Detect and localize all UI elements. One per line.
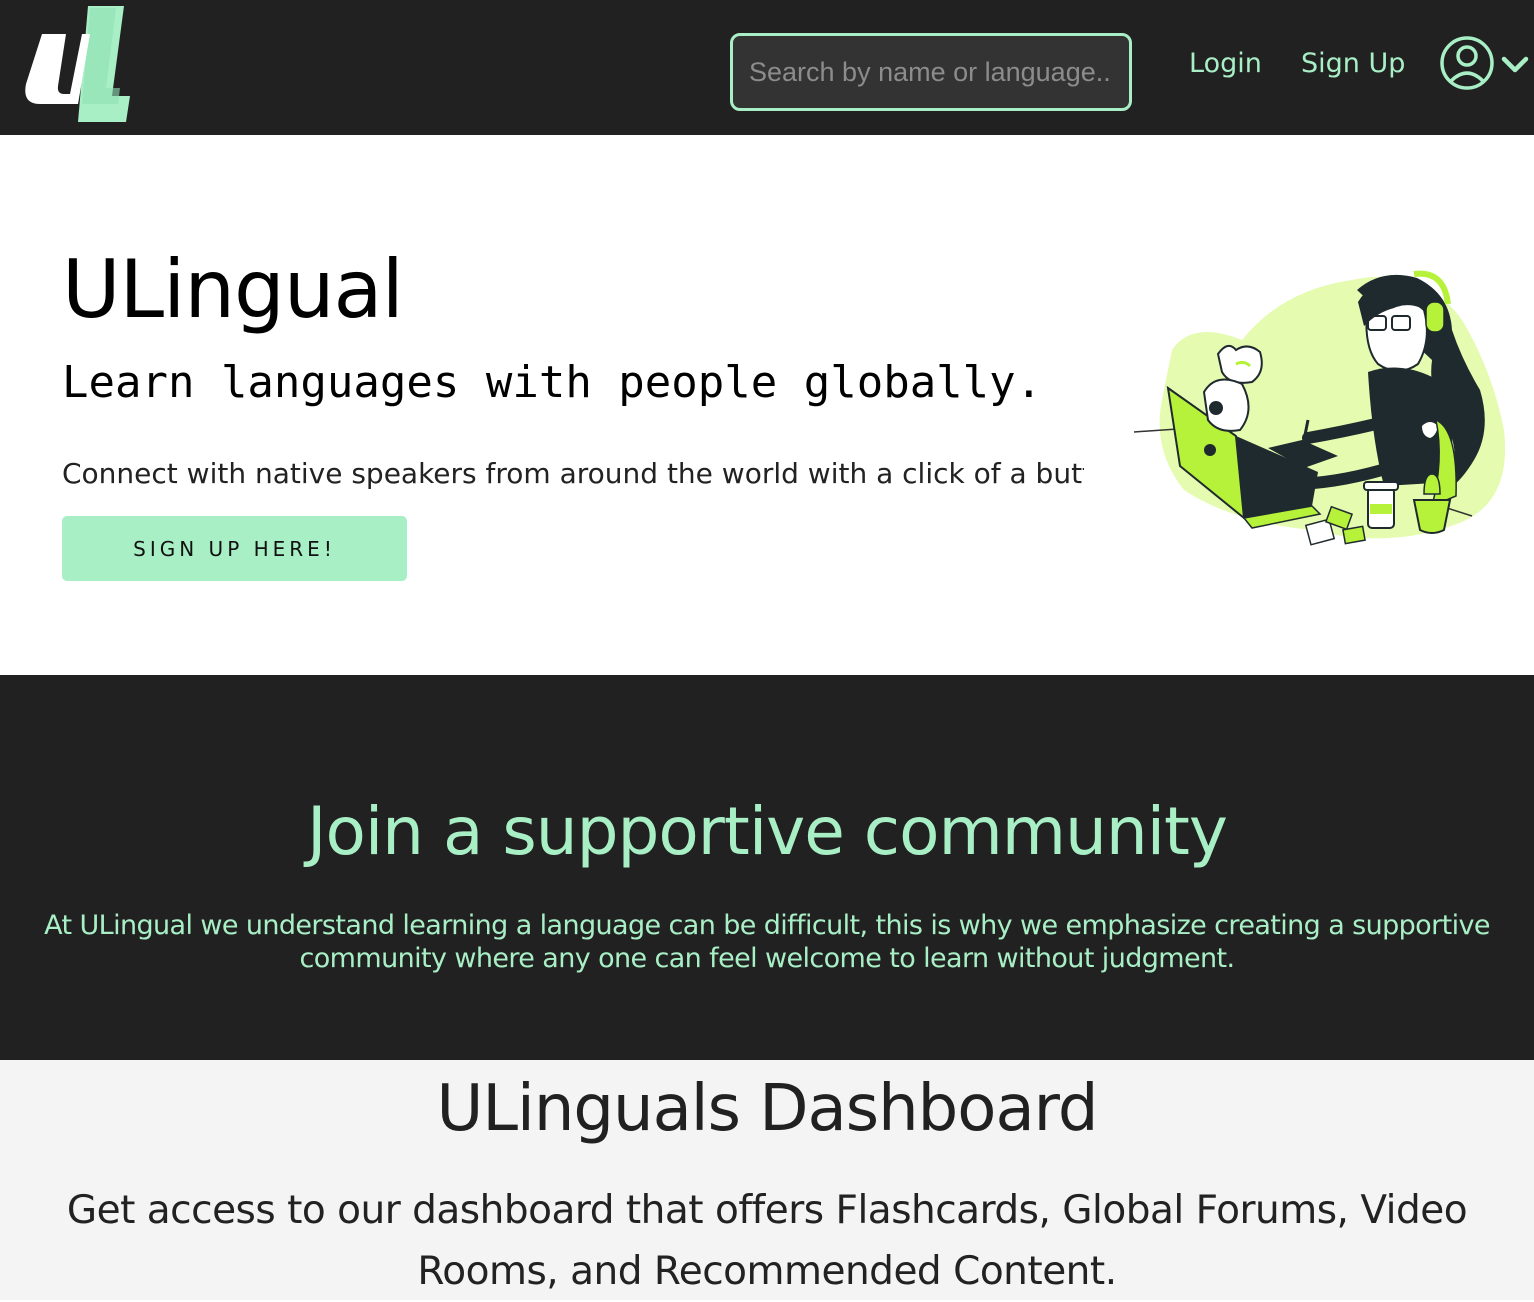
hero-illustration [1132, 260, 1512, 572]
logo[interactable] [20, 4, 132, 124]
signup-link[interactable]: Sign Up [1301, 48, 1405, 79]
user-circle-icon [1440, 36, 1494, 90]
navbar: Login Sign Up [0, 0, 1534, 135]
chevron-down-icon [1501, 56, 1529, 73]
hero-description: Connect with native speakers from around… [62, 457, 1084, 490]
community-section: Join a supportive community At ULingual … [0, 675, 1534, 1060]
hero-title: ULingual [62, 243, 404, 336]
community-title: Join a supportive community [307, 793, 1228, 870]
community-text: At ULingual we understand learning a lan… [44, 910, 1490, 974]
profile-menu-button[interactable] [1440, 35, 1530, 91]
search-input[interactable] [730, 33, 1132, 111]
hero-section: ULingual Learn languages with people glo… [0, 135, 1534, 675]
dashboard-section: ULinguals Dashboard Get access to our da… [0, 1060, 1534, 1300]
ul-logo-icon [25, 6, 130, 122]
login-link[interactable]: Login [1189, 48, 1262, 79]
dashboard-text: Get access to our dashboard that offers … [66, 1188, 1468, 1294]
hero-tagline: Learn languages with people globally. [62, 357, 1043, 408]
signup-here-button[interactable]: SIGN UP HERE! [62, 516, 407, 581]
dashboard-title: ULinguals Dashboard [436, 1072, 1099, 1146]
girl-at-laptop-illustration [1133, 270, 1506, 546]
